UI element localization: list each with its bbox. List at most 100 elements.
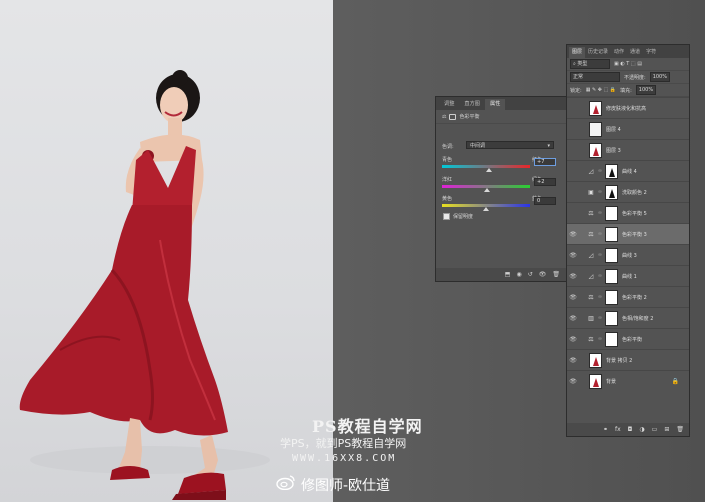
tab-history[interactable]: 历史记录 <box>585 47 611 58</box>
layer-thumbnail[interactable] <box>605 331 618 347</box>
color-balance-icon: ⚖ <box>588 209 594 217</box>
layer-name[interactable]: 背景 拷贝 2 <box>606 357 632 364</box>
tab-channels[interactable]: 通道 <box>627 47 643 58</box>
link-chain-icon[interactable]: ∞ <box>597 231 603 237</box>
eye-icon[interactable]: 👁 <box>567 252 579 259</box>
magenta-green-slider-thumb[interactable] <box>483 188 490 192</box>
layer-row[interactable]: 👁 背景 🔒 <box>567 370 689 391</box>
layer-name[interactable]: 色相/饱和度 2 <box>622 315 653 322</box>
fill-label: 填充: <box>620 87 632 94</box>
layer-thumbnail[interactable] <box>605 184 618 200</box>
link-chain-icon[interactable]: ∞ <box>597 273 603 279</box>
eye-icon[interactable]: 👁 <box>567 273 579 280</box>
link-chain-icon[interactable]: ∞ <box>597 252 603 258</box>
filter-icons[interactable]: ▣ ◐ T ⬚ ▤ <box>614 61 642 67</box>
layer-row[interactable]: ⚖ ∞ 色彩平衡 5 <box>567 202 689 223</box>
layer-name[interactable]: 图层 3 <box>606 147 621 154</box>
layer-thumbnail[interactable] <box>589 121 602 137</box>
layer-row[interactable]: 👁 ⚖ ∞ 色彩平衡 3 <box>567 223 689 244</box>
eye-icon[interactable]: 👁 <box>567 378 579 385</box>
layer-thumbnail[interactable] <box>605 268 618 284</box>
layer-thumbnail[interactable] <box>589 373 602 389</box>
layer-row[interactable]: 👁 背景 拷贝 2 <box>567 349 689 370</box>
fx-icon[interactable]: fx <box>615 426 621 433</box>
eye-icon[interactable]: 👁 <box>567 294 579 301</box>
layer-name[interactable]: 图层 4 <box>606 126 621 133</box>
link-chain-icon[interactable]: ∞ <box>597 210 603 216</box>
tab-character[interactable]: 字符 <box>643 47 659 58</box>
layer-name[interactable]: 色彩平衡 3 <box>622 231 647 238</box>
checkbox-box[interactable] <box>443 213 450 220</box>
layer-thumbnail[interactable] <box>605 163 618 179</box>
layer-thumbnail[interactable] <box>605 310 618 326</box>
layer-row[interactable]: 图层 4 <box>567 118 689 139</box>
layer-row[interactable]: 👁 ◿ ∞ 曲线 3 <box>567 244 689 265</box>
clip-to-layer-icon[interactable]: ⬒ <box>505 271 511 278</box>
visibility-icon[interactable]: 👁 <box>539 271 547 278</box>
layer-name[interactable]: 洗取颜色 2 <box>622 189 647 196</box>
link-chain-icon[interactable]: ∞ <box>597 189 603 195</box>
layer-name[interactable]: 曲线 1 <box>622 273 637 280</box>
layer-thumbnail[interactable] <box>605 226 618 242</box>
view-previous-icon[interactable]: ◉ <box>516 271 521 278</box>
layers-panel: 图层 历史记录 动作 通道 字符 ⌕ 类型 ▣ ◐ T ⬚ ▤ 正常 不透明度:… <box>566 44 690 437</box>
trash-icon[interactable]: 🗑 <box>552 271 560 278</box>
link-layers-icon[interactable]: ⚭ <box>603 426 608 433</box>
cyan-red-value-input[interactable]: +7 <box>534 158 556 166</box>
tab-actions[interactable]: 动作 <box>611 47 627 58</box>
link-chain-icon[interactable]: ∞ <box>597 294 603 300</box>
layer-thumbnail[interactable] <box>605 289 618 305</box>
layer-name[interactable]: 色彩平衡 <box>622 336 642 343</box>
layer-name[interactable]: 修皮肤液化和抗高 <box>606 105 646 112</box>
layer-thumbnail[interactable] <box>589 142 602 158</box>
add-mask-icon[interactable]: ◘ <box>628 426 633 433</box>
tab-adjustments[interactable]: 调整 <box>439 99 459 110</box>
eye-icon[interactable]: 👁 <box>567 315 579 322</box>
tab-layers[interactable]: 图层 <box>569 47 586 58</box>
eye-icon[interactable]: 👁 <box>567 336 579 343</box>
eye-icon[interactable]: 👁 <box>567 357 579 364</box>
layer-thumbnail[interactable] <box>589 100 602 116</box>
layer-row[interactable]: 修皮肤液化和抗高 <box>567 97 689 118</box>
layer-row[interactable]: ◿ ∞ 曲线 4 <box>567 160 689 181</box>
tab-histogram[interactable]: 直方图 <box>459 99 485 110</box>
blend-mode-select[interactable]: 正常 <box>570 72 620 82</box>
layer-row[interactable]: 👁 ⚖ ∞ 色彩平衡 <box>567 328 689 349</box>
link-chain-icon[interactable]: ∞ <box>597 315 603 321</box>
layer-row[interactable]: 👁 ⚖ ∞ 色彩平衡 2 <box>567 286 689 307</box>
adjustment-layer-icon[interactable]: ◑ <box>639 426 644 433</box>
layer-thumbnail[interactable] <box>605 205 618 221</box>
layer-row[interactable]: ▣ ∞ 洗取颜色 2 <box>567 181 689 202</box>
layer-row[interactable]: 👁 ◿ ∞ 曲线 1 <box>567 265 689 286</box>
layer-name[interactable]: 背景 <box>606 378 616 385</box>
layer-name[interactable]: 色彩平衡 2 <box>622 294 647 301</box>
new-layer-icon[interactable]: ⊞ <box>664 426 669 433</box>
layer-name[interactable]: 曲线 3 <box>622 252 637 259</box>
trash-icon[interactable]: 🗑 <box>676 426 684 433</box>
layer-name[interactable]: 色彩平衡 5 <box>622 210 647 217</box>
layer-row[interactable]: 👁 ▥ ∞ 色相/饱和度 2 <box>567 307 689 328</box>
reset-icon[interactable]: ↺ <box>528 271 533 278</box>
tab-properties[interactable]: 属性 <box>484 99 506 110</box>
layer-row[interactable]: 图层 3 <box>567 139 689 160</box>
filter-kind-select[interactable]: ⌕ 类型 <box>570 59 610 69</box>
watermark-author: 修图师-欧仕道 <box>301 478 391 494</box>
layer-thumbnail[interactable] <box>589 352 602 368</box>
group-folder-icon[interactable]: ▭ <box>652 426 658 433</box>
layer-thumbnail[interactable] <box>605 247 618 263</box>
layer-name[interactable]: 曲线 4 <box>622 168 637 175</box>
yellow-blue-value-input[interactable]: 0 <box>534 197 556 205</box>
magenta-green-value-input[interactable]: +2 <box>534 178 556 186</box>
properties-header: ⚖ 色彩平衡 <box>436 110 566 124</box>
opacity-input[interactable]: 100% <box>649 72 670 82</box>
tone-select[interactable]: 中间调 ▾ <box>466 141 554 149</box>
eye-icon[interactable]: 👁 <box>567 231 579 238</box>
link-chain-icon[interactable]: ∞ <box>597 168 603 174</box>
cyan-red-slider-thumb[interactable] <box>485 168 492 172</box>
mask-icon[interactable] <box>449 113 457 120</box>
yellow-blue-slider-thumb[interactable] <box>483 207 489 211</box>
lock-icons[interactable]: ▦ ✎ ✥ ⬚ 🔒 <box>586 87 616 93</box>
preserve-luminosity-checkbox[interactable]: 保留明度 <box>443 213 473 220</box>
link-chain-icon[interactable]: ∞ <box>597 336 603 342</box>
fill-input[interactable]: 100% <box>635 85 657 95</box>
